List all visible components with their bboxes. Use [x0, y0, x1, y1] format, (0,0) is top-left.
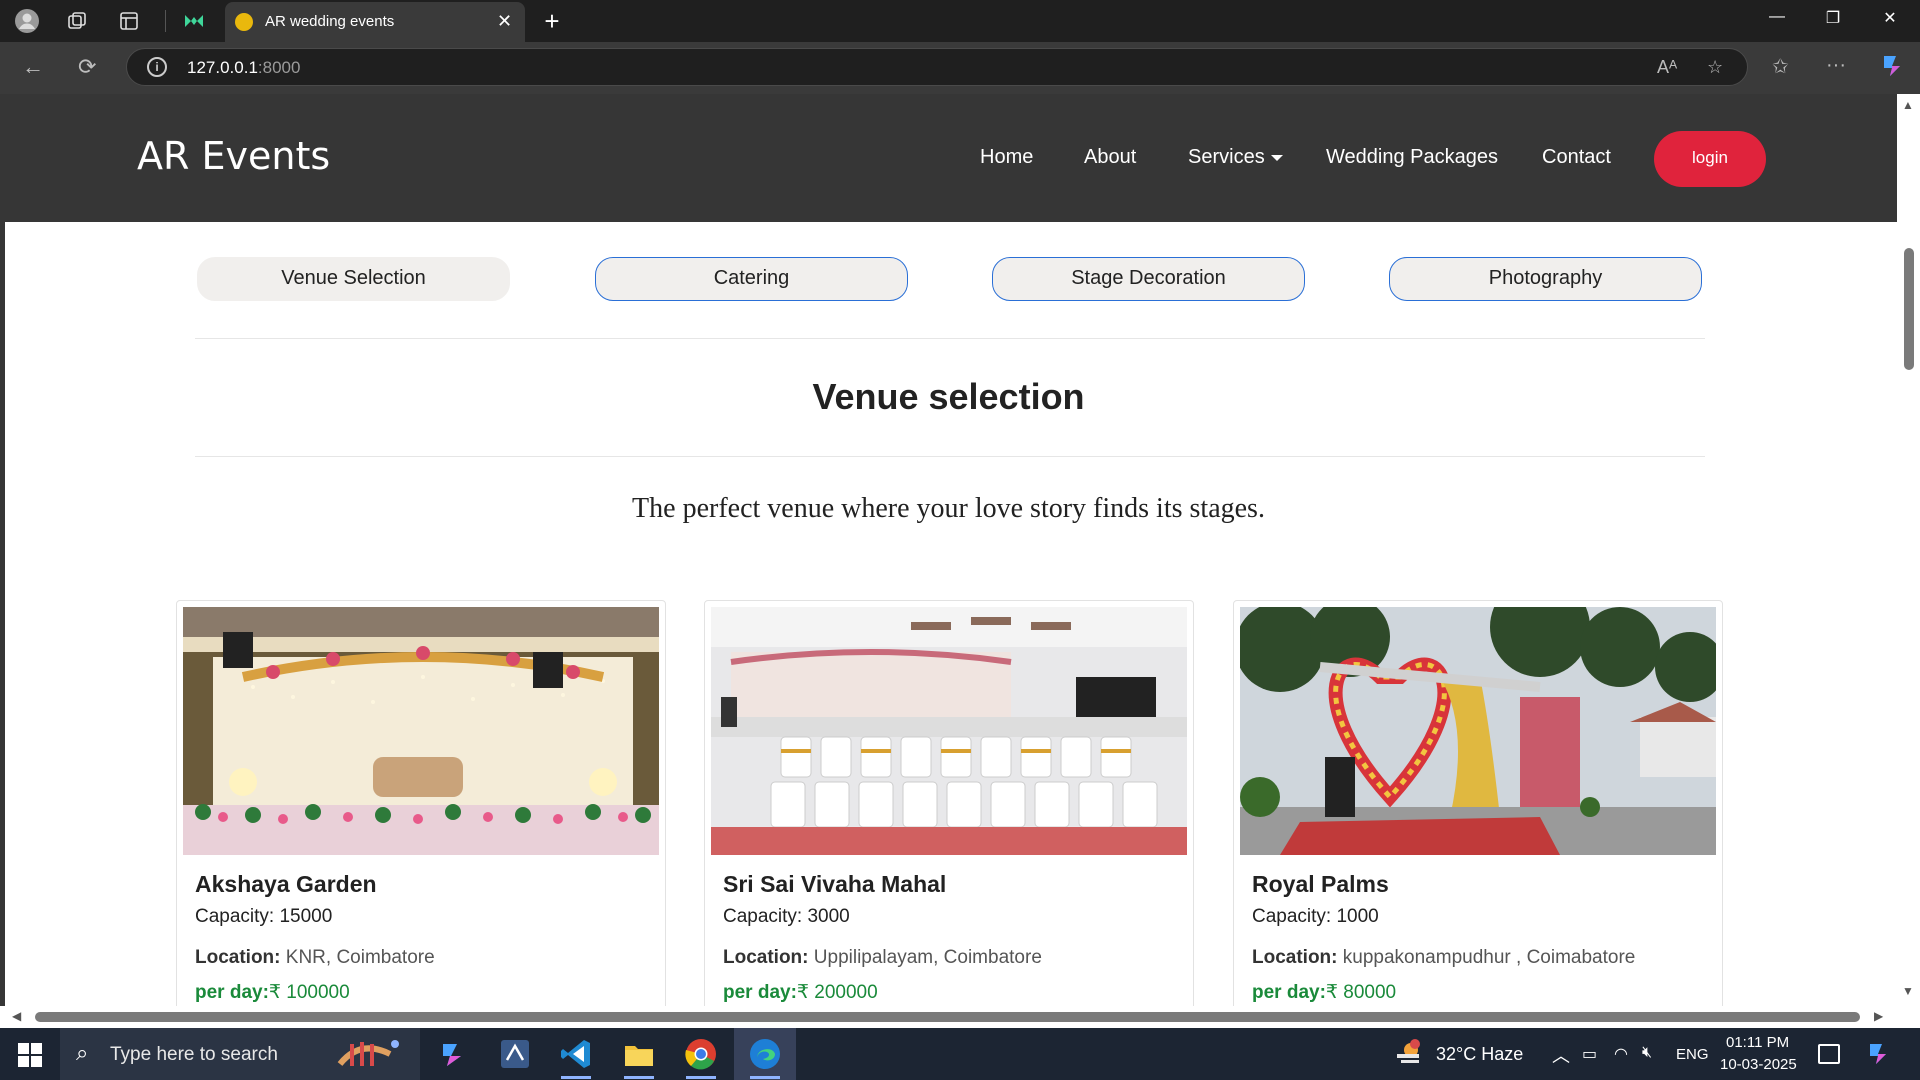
venue-photo-sri-sai-vivaha-mahal — [711, 607, 1187, 855]
workspaces-icon[interactable] — [64, 8, 90, 34]
venue-capacity: Capacity: 1000 — [1252, 906, 1379, 927]
venue-photo-akshaya-garden — [183, 607, 659, 855]
taskbar-search[interactable]: ⌕ Type here to search — [60, 1028, 420, 1080]
venue-location: Location: Uppilipalayam, Coimbatore — [723, 947, 1042, 968]
page-left-border — [0, 222, 5, 1006]
tab-stage-decoration[interactable]: Stage Decoration — [992, 257, 1305, 301]
nav-about[interactable]: About — [1084, 146, 1136, 169]
explorer-running-indicator — [624, 1076, 654, 1079]
window-close-icon[interactable]: ✕ — [1875, 8, 1905, 28]
address-bar[interactable]: i 127.0.0.1:8000 Aᴬ ☆ — [126, 48, 1748, 86]
copilot-app-icon[interactable] — [435, 1036, 471, 1072]
profile-icon[interactable] — [14, 8, 40, 34]
brand-logo[interactable]: AR Events — [137, 134, 330, 178]
site-navbar: AR Events Home About Services Wedding Pa… — [0, 94, 1897, 222]
scroll-up-icon[interactable]: ▲ — [1902, 98, 1914, 112]
chrome-icon[interactable] — [683, 1036, 719, 1072]
browser-title-bar: AR wedding events ✕ + — ❐ ✕ — [0, 0, 1920, 42]
venue-capacity: Capacity: 3000 — [723, 906, 850, 927]
edge-icon — [747, 1036, 783, 1077]
weather-text[interactable]: 32°C Haze — [1436, 1044, 1523, 1065]
read-aloud-icon[interactable]: Aᴬ — [1657, 57, 1677, 78]
file-explorer-icon[interactable] — [621, 1036, 657, 1072]
venue-card[interactable]: Sri Sai Vivaha Mahal Capacity: 3000 Loca… — [704, 600, 1194, 1006]
edge-running-indicator — [750, 1076, 780, 1079]
taskbar-search-placeholder: Type here to search — [110, 1044, 278, 1065]
tab-active[interactable]: AR wedding events ✕ — [225, 2, 525, 42]
new-tab-icon[interactable]: + — [539, 6, 565, 36]
venue-price: per day:₹ 100000 — [195, 982, 350, 1003]
copilot-icon[interactable] — [1878, 52, 1906, 86]
nav-services[interactable]: Services — [1188, 146, 1283, 169]
vertical-scrollbar[interactable]: ▲ ▼ — [1897, 94, 1920, 1006]
venue-card[interactable]: Royal Palms Capacity: 1000 Location: kup… — [1233, 600, 1723, 1006]
scroll-down-icon[interactable]: ▼ — [1902, 984, 1914, 998]
clock-time[interactable]: 01:11 PM — [1726, 1034, 1789, 1051]
horizontal-scroll-thumb[interactable] — [35, 1012, 1860, 1022]
nav-wedding-packages[interactable]: Wedding Packages — [1326, 146, 1498, 169]
search-icon: ⌕ — [76, 1040, 89, 1065]
weather-icon[interactable] — [1393, 1038, 1423, 1073]
battery-icon[interactable]: ▭ — [1582, 1044, 1597, 1064]
clock-date[interactable]: 10-03-2025 — [1720, 1056, 1797, 1073]
section-title: Venue selection — [812, 376, 1085, 417]
chevron-down-icon — [1270, 154, 1283, 161]
favorites-icon[interactable]: ✩ — [1772, 54, 1789, 79]
page-viewport: AR Events Home About Services Wedding Pa… — [0, 94, 1897, 1006]
language-indicator[interactable]: ENG — [1676, 1046, 1709, 1063]
nav-home[interactable]: Home — [980, 146, 1033, 169]
divider-bottom — [195, 456, 1705, 457]
copilot-tray-icon[interactable] — [1864, 1040, 1892, 1073]
vertical-scroll-thumb[interactable] — [1904, 248, 1914, 370]
tab-catering[interactable]: Catering — [595, 257, 908, 301]
nav-contact[interactable]: Contact — [1542, 146, 1611, 169]
search-highlight-icon — [330, 1034, 410, 1079]
login-button[interactable]: login — [1654, 131, 1766, 187]
wifi-icon[interactable]: ◠ — [1614, 1044, 1628, 1064]
refresh-icon[interactable]: ⟳ — [78, 54, 96, 80]
chrome-running-indicator — [686, 1076, 716, 1079]
code-editor-app-icon[interactable] — [497, 1036, 533, 1072]
notifications-icon[interactable] — [1818, 1044, 1840, 1064]
site-favicon-icon — [235, 13, 253, 31]
venue-price: per day:₹ 80000 — [1252, 982, 1397, 1003]
address-bar-row: ← ⟳ i 127.0.0.1:8000 Aᴬ ☆ ✩ ··· — [0, 42, 1920, 94]
tab-photography[interactable]: Photography — [1389, 257, 1702, 301]
vscode-icon[interactable] — [558, 1036, 594, 1072]
tab-venue-selection[interactable]: Venue Selection — [197, 257, 510, 301]
divider — [165, 10, 166, 32]
scroll-left-icon[interactable]: ◀ — [12, 1009, 21, 1023]
venue-name: Akshaya Garden — [195, 871, 377, 897]
venue-location: Location: kuppakonampudhur , Coimabatore — [1252, 947, 1636, 968]
pinned-tab-icon[interactable] — [181, 8, 207, 34]
favorite-star-icon[interactable]: ☆ — [1707, 57, 1723, 78]
venue-name: Sri Sai Vivaha Mahal — [723, 871, 947, 897]
minimize-icon[interactable]: — — [1762, 8, 1792, 26]
tab-close-icon[interactable]: ✕ — [497, 11, 512, 32]
site-info-icon[interactable]: i — [147, 57, 167, 77]
venue-capacity: Capacity: 15000 — [195, 906, 333, 927]
windows-start-icon[interactable] — [18, 1043, 42, 1067]
vscode-running-indicator — [561, 1076, 591, 1079]
venue-location: Location: KNR, Coimbatore — [195, 947, 435, 968]
show-hidden-icons[interactable]: ︿ — [1552, 1042, 1570, 1068]
tab-actions-icon[interactable] — [116, 8, 142, 34]
edge-active-slot[interactable] — [734, 1028, 796, 1080]
nav-services-label: Services — [1188, 146, 1265, 168]
url-text[interactable]: 127.0.0.1:8000 — [187, 58, 300, 78]
venue-photo-royal-palms — [1240, 607, 1716, 855]
back-icon[interactable]: ← — [22, 54, 44, 80]
horizontal-scrollbar[interactable]: ◀ ▶ — [0, 1006, 1897, 1028]
more-options-icon[interactable]: ··· — [1826, 54, 1846, 77]
tab-title: AR wedding events — [265, 13, 395, 30]
divider-top — [195, 338, 1705, 339]
volume-muted-icon[interactable]: 🔇︎ — [1642, 1044, 1652, 1062]
venue-price: per day:₹ 200000 — [723, 982, 878, 1003]
scroll-right-icon[interactable]: ▶ — [1874, 1009, 1883, 1023]
restore-icon[interactable]: ❐ — [1818, 8, 1848, 28]
section-tagline: The perfect venue where your love story … — [632, 493, 1265, 524]
taskbar: ⌕ Type here to search 32°C Haze ︿ ▭ ◠ 🔇︎… — [0, 1028, 1920, 1080]
venue-name: Royal Palms — [1252, 871, 1389, 897]
venue-card[interactable]: Akshaya Garden Capacity: 15000 Location:… — [176, 600, 666, 1006]
